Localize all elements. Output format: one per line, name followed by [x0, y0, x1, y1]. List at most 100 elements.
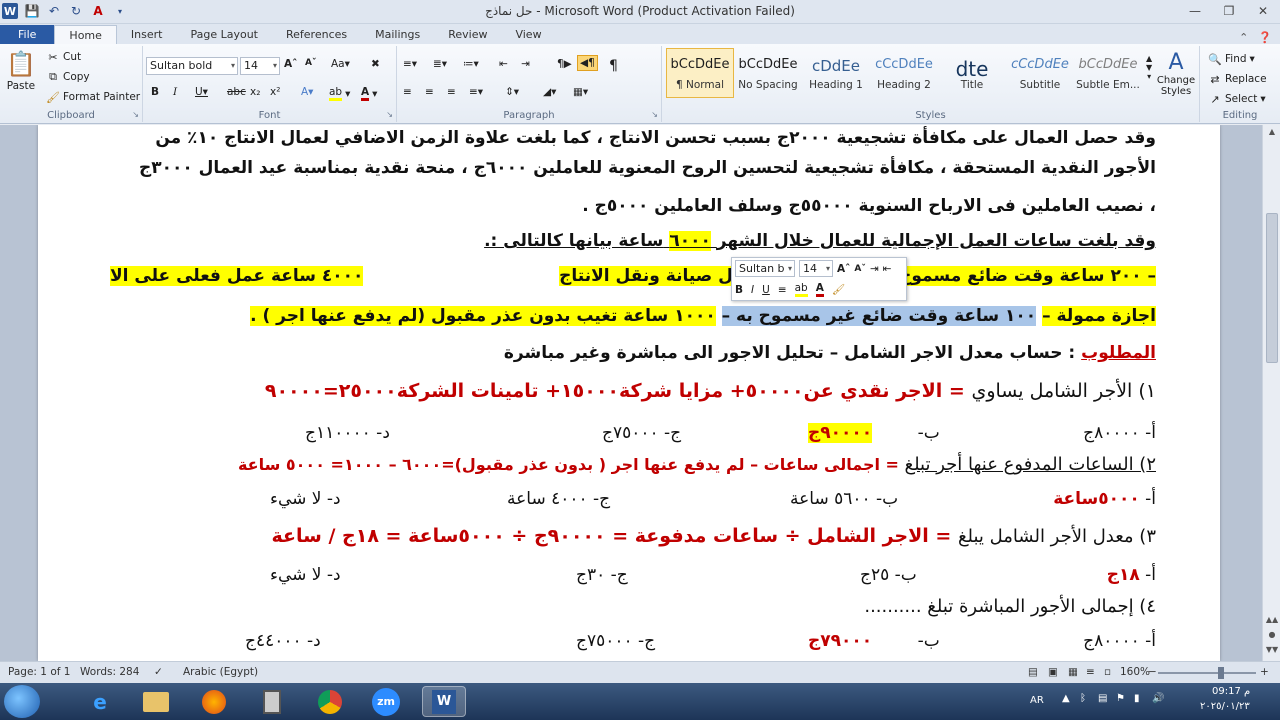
battery-icon[interactable]: ▮ [1134, 693, 1140, 704]
mini-grow-font-button[interactable]: Aˆ [837, 263, 850, 275]
zoom-out-icon[interactable]: − [1148, 666, 1157, 678]
paste-button[interactable]: 📋 Paste [6, 50, 36, 92]
tab-home[interactable]: Home [54, 25, 117, 44]
mini-center-button[interactable]: ≡ [778, 284, 787, 296]
italic-button[interactable]: I [173, 86, 177, 98]
font-launcher-icon[interactable]: ↘ [386, 110, 393, 119]
zoom-slider-knob[interactable] [1218, 667, 1224, 679]
style-heading-1[interactable]: cDdEe Heading 1 [802, 48, 870, 98]
align-left-button[interactable]: ≡ [403, 86, 412, 98]
grow-font-button[interactable]: Aˆ [284, 58, 297, 70]
cut-button[interactable]: ✂ Cut [46, 50, 81, 64]
increase-indent-button[interactable]: ⇥ [521, 58, 530, 70]
ltr-direction-button[interactable]: ¶▶ [557, 58, 572, 70]
style-title[interactable]: dte Title [938, 48, 1006, 98]
shading-button[interactable]: ◢▾ [543, 86, 556, 98]
bold-button[interactable]: B [151, 86, 159, 98]
mini-font-combo[interactable]: Sultan b ▾ [735, 260, 795, 277]
style-normal[interactable]: bCcDdEe ¶ Normal [666, 48, 734, 98]
page-count[interactable]: Page: 1 of 1 [8, 666, 70, 678]
styles-scroll[interactable]: ▲ ▼ ▾ [1146, 54, 1152, 81]
ie-icon[interactable]: e [78, 686, 122, 717]
outline-icon[interactable]: ≡ [1086, 666, 1095, 678]
style-heading-2[interactable]: cCcDdEe Heading 2 [870, 48, 938, 98]
tab-mailings[interactable]: Mailings [361, 25, 434, 44]
mini-outdent-icon[interactable]: ⇤ [883, 263, 892, 275]
align-right-button[interactable]: ≡ [447, 86, 456, 98]
word-taskbar-icon[interactable]: W [422, 686, 466, 717]
superscript-button[interactable]: x² [270, 86, 280, 98]
tab-file[interactable]: File [0, 25, 55, 44]
style-subtitle[interactable]: cCcDdEe Subtitle [1006, 48, 1074, 98]
mini-format-painter-icon[interactable]: 🖌 [832, 283, 845, 296]
input-language[interactable]: AR [1030, 695, 1044, 706]
volume-icon[interactable]: 🔊 [1152, 693, 1164, 704]
font-color-button[interactable]: A ▾ [361, 86, 377, 101]
print-layout-icon[interactable]: ▤ [1028, 666, 1038, 678]
replace-button[interactable]: ⇄ Replace [1208, 72, 1266, 86]
explorer-icon[interactable] [134, 686, 178, 717]
prev-page-icon[interactable]: ▲▲ [1263, 615, 1280, 624]
justify-button[interactable]: ≡▾ [469, 86, 483, 98]
bullets-button[interactable]: ≡▾ [403, 58, 417, 70]
format-painter-button[interactable]: 🖌 Format Painter [46, 90, 140, 104]
zoom-app-icon[interactable]: zm [364, 686, 408, 717]
underline-button[interactable]: U▾ [195, 86, 208, 98]
web-layout-icon[interactable]: ▦ [1068, 666, 1078, 678]
show-marks-button[interactable]: ¶ [609, 58, 618, 74]
tab-page-layout[interactable]: Page Layout [176, 25, 272, 44]
tab-review[interactable]: Review [434, 25, 501, 44]
help-icon[interactable]: ❓ [1258, 31, 1272, 44]
font-name-combo[interactable]: Sultan bold ▾ [146, 57, 238, 75]
clock-time[interactable]: 09:17 م [1212, 686, 1250, 697]
font-size-combo[interactable]: 14 ▾ [240, 57, 280, 75]
flag-icon[interactable]: ⚑ [1116, 693, 1125, 704]
shrink-font-button[interactable]: Aˇ [305, 58, 316, 68]
minimize-button[interactable]: — [1178, 0, 1212, 22]
tab-references[interactable]: References [272, 25, 361, 44]
start-button[interactable] [4, 685, 40, 718]
zoom-level[interactable]: 160% [1120, 666, 1150, 678]
language-indicator[interactable]: Arabic (Egypt) [183, 666, 258, 678]
align-center-button[interactable]: ≡ [425, 86, 434, 98]
zoom-slider[interactable] [1158, 667, 1256, 679]
multilevel-list-button[interactable]: ≔▾ [463, 58, 479, 70]
decrease-indent-button[interactable]: ⇤ [499, 58, 508, 70]
copy-button[interactable]: ⧉ Copy [46, 70, 90, 84]
highlight-button[interactable]: ab ▾ [329, 86, 350, 101]
tray-expand-icon[interactable]: ▲ [1062, 693, 1070, 704]
subscript-button[interactable]: x₂ [250, 86, 260, 98]
restore-button[interactable]: ❐ [1212, 0, 1246, 22]
mini-italic-button[interactable]: I [751, 284, 754, 296]
word-count[interactable]: Words: 284 [80, 666, 139, 678]
rtl-direction-button[interactable]: ◀¶ [577, 55, 598, 71]
minimize-ribbon-icon[interactable]: ⌃ [1239, 31, 1248, 44]
clipboard-launcher-icon[interactable]: ↘ [132, 110, 139, 119]
tab-insert[interactable]: Insert [117, 25, 177, 44]
zoom-in-icon[interactable]: + [1260, 666, 1269, 678]
mini-font-color-button[interactable]: A [815, 282, 824, 297]
find-button[interactable]: 🔍 Find ▾ [1208, 52, 1255, 66]
next-page-icon[interactable]: ▼▼ [1263, 645, 1280, 654]
calculator-icon[interactable] [250, 686, 294, 717]
chrome-icon[interactable] [308, 686, 352, 717]
text-effects-button[interactable]: A▾ [301, 86, 313, 98]
clear-formatting-icon[interactable]: ✖ [371, 58, 380, 70]
select-button[interactable]: ↗ Select ▾ [1208, 92, 1265, 106]
mini-size-combo[interactable]: 14 ▾ [799, 260, 833, 277]
bluetooth-icon[interactable]: ᛒ [1080, 693, 1086, 704]
borders-button[interactable]: ▦▾ [573, 86, 588, 98]
tab-view[interactable]: View [501, 25, 555, 44]
mini-indent-icon[interactable]: ⇥ [870, 263, 879, 275]
mini-bold-button[interactable]: B [735, 284, 743, 296]
proofing-icon[interactable]: ✓ [154, 666, 163, 678]
mini-shrink-font-button[interactable]: Aˇ [854, 264, 865, 274]
change-case-button[interactable]: Aa▾ [331, 58, 350, 70]
strikethrough-button[interactable]: abc [227, 86, 246, 98]
firefox-icon[interactable] [192, 686, 236, 717]
change-styles-button[interactable]: A Change Styles [1156, 50, 1196, 97]
draft-icon[interactable]: ▫ [1104, 666, 1111, 678]
scroll-up-icon[interactable]: ▲ [1263, 127, 1280, 136]
vertical-scrollbar[interactable]: ▲ ▲▲ ● ▼▼ [1262, 125, 1280, 661]
close-button[interactable]: ✕ [1246, 0, 1280, 22]
